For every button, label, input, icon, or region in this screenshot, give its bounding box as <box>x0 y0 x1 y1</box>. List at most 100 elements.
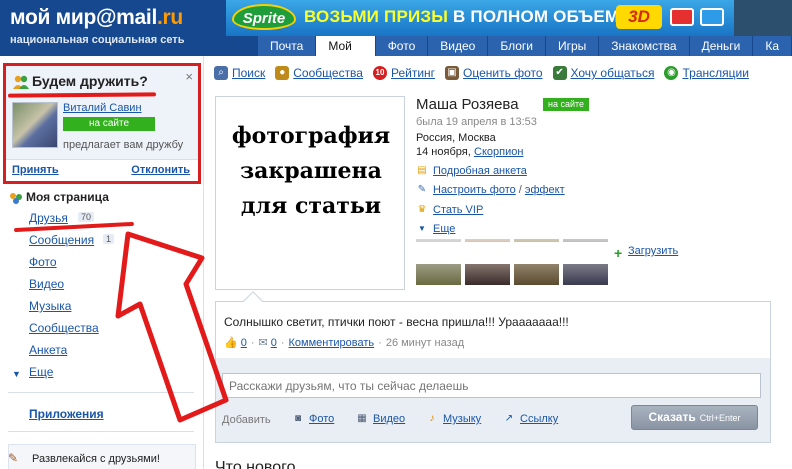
friend-avatar[interactable] <box>12 102 58 148</box>
tab-blogs[interactable]: Блоги <box>488 36 545 56</box>
action-more[interactable]: ▼ Еще <box>416 223 455 235</box>
tab-photo[interactable]: Фото <box>375 36 428 56</box>
toplink-search[interactable]: ⌕ Поиск <box>214 66 265 80</box>
my-page-icon <box>10 193 22 204</box>
friend-name-link[interactable]: Виталий Савин <box>63 102 142 114</box>
attach-label: Фото <box>309 413 335 425</box>
toplink-want-chat[interactable]: ✔ Хочу общаться <box>552 66 654 80</box>
friends-count-badge: 70 <box>78 212 95 222</box>
photo-caption: фотография закрашена для статьи <box>231 123 391 220</box>
toplink-label: Рейтинг <box>390 66 436 80</box>
accept-button[interactable]: Принять <box>12 164 59 176</box>
decline-button[interactable]: Отклонить <box>131 164 190 176</box>
site-logo[interactable]: мой мир@mail.ru <box>10 6 183 30</box>
upload-link[interactable]: Загрузить <box>628 245 678 257</box>
tab-my-world[interactable]: Мой мир <box>316 36 375 56</box>
chevron-down-icon[interactable]: ▼ <box>12 369 21 379</box>
sidebar-item-photo[interactable]: Фото <box>29 255 57 269</box>
chevron-down-icon: ▼ <box>418 224 426 233</box>
sidebar-item-messages[interactable]: Сообщения <box>29 233 94 247</box>
tab-games[interactable]: Игры <box>545 36 599 56</box>
my-page-label[interactable]: Моя страница <box>26 190 109 204</box>
film-icon: ▦ <box>357 413 367 424</box>
comment-icon[interactable]: ✉ <box>259 336 268 349</box>
rating-icon: 10 <box>372 66 387 80</box>
status-time: 26 минут назад <box>385 336 465 349</box>
whats-new-heading: Что нового <box>215 459 296 469</box>
music-icon: ♪ <box>429 413 435 424</box>
3d-glasses-icon <box>670 8 726 26</box>
banner-text: ВОЗЬМИ ПРИЗЫ В ПОЛНОМ ОБЪЕМЕ! <box>304 7 637 27</box>
last-seen-text: была 19 апреля в 13:53 <box>416 116 537 128</box>
zodiac-link[interactable]: Скорпион <box>474 146 523 158</box>
toplink-communities[interactable]: ● Сообщества <box>275 66 363 80</box>
attach-video[interactable]: ▦ Видео <box>355 413 405 425</box>
tab-video[interactable]: Видео <box>428 36 488 56</box>
sidebar-item-video[interactable]: Видео <box>29 277 64 291</box>
banner-3d-badge: 3D <box>616 5 662 29</box>
status-text: Солнышко светит, птички поют - весна при… <box>224 315 569 329</box>
attach-link[interactable]: ↗ Ссылку <box>502 413 558 425</box>
link-arrow-icon: ↗ <box>504 413 514 424</box>
friend-box-title: Будем дружить? <box>32 73 148 89</box>
action-photo-settings[interactable]: ✎ Настроить фото / эффект <box>416 184 565 196</box>
rate-photo-icon: ▣ <box>445 66 460 80</box>
apps-link[interactable]: Приложения <box>29 407 104 421</box>
online-badge: на сайте <box>543 98 589 111</box>
action-label: Подробная анкета <box>433 165 527 177</box>
say-button[interactable]: Сказать Ctrl+Enter <box>631 405 758 430</box>
status-input[interactable] <box>222 373 761 398</box>
separator: · <box>378 336 382 349</box>
logo-ru: .ru <box>157 6 183 29</box>
fun-promo-text: Развлекайся с друзьями! <box>32 453 160 465</box>
add-label: Добавить <box>222 414 271 426</box>
tab-money[interactable]: Деньги <box>689 36 753 56</box>
chat-icon: ✔ <box>552 66 567 80</box>
comment-link[interactable]: Комментировать <box>289 337 375 349</box>
online-badge: на сайте <box>63 117 155 131</box>
sidebar-item-communities[interactable]: Сообщества <box>29 321 99 335</box>
attach-label: Ссылку <box>520 413 559 425</box>
action-label: Стать VIP <box>433 204 484 216</box>
plus-icon: + <box>614 245 623 261</box>
action-detailed-profile[interactable]: ▤ Подробная анкета <box>416 165 527 177</box>
tab-mail[interactable]: Почта <box>258 36 316 56</box>
toplink-rating[interactable]: 10 Рейтинг <box>372 66 436 80</box>
crown-icon: ♛ <box>417 204 427 215</box>
tab-more[interactable]: Ка <box>753 36 791 56</box>
close-icon[interactable]: × <box>185 69 193 84</box>
messages-count-badge: 1 <box>103 234 115 244</box>
say-button-label: Сказать <box>648 410 696 424</box>
likes-count[interactable]: 0 <box>241 337 247 349</box>
red-underline-annotation <box>7 92 157 98</box>
action-label: Настроить фото <box>433 184 516 196</box>
banner-image <box>734 0 792 36</box>
toplink-broadcasts[interactable]: ◉ Трансляции <box>664 66 749 80</box>
sprite-logo: Sprite <box>232 4 296 30</box>
broadcast-icon: ◉ <box>664 66 679 80</box>
tab-dating[interactable]: Знакомства <box>599 36 689 56</box>
toplink-rate-photo[interactable]: ▣ Оценить фото <box>445 66 543 80</box>
ad-banner[interactable]: Sprite ВОЗЬМИ ПРИЗЫ В ПОЛНОМ ОБЪЕМЕ! 3D <box>226 0 792 36</box>
sidebar-item-music[interactable]: Музыка <box>29 299 71 313</box>
like-icon[interactable]: 👍 <box>224 336 238 349</box>
comments-count[interactable]: 0 <box>271 337 277 349</box>
toplink-label: Оценить фото <box>463 66 543 80</box>
community-icon: ● <box>275 66 290 80</box>
effect-link[interactable]: эффект <box>525 184 565 196</box>
say-button-hint: Ctrl+Enter <box>699 413 741 423</box>
action-become-vip[interactable]: ♛ Стать VIP <box>416 204 484 216</box>
status-meta: 👍 0 · ✉ 0 · Комментировать · 26 минут на… <box>224 336 465 350</box>
profile-photo[interactable]: фотография закрашена для статьи <box>215 96 405 290</box>
toplink-label: Сообщества <box>293 66 363 80</box>
attach-music[interactable]: ♪ Музыку <box>425 413 482 425</box>
profile-city: Россия, Москва <box>416 132 496 144</box>
attach-photo[interactable]: ◙ Фото <box>291 413 334 425</box>
friend-request-box: Будем дружить? × Виталий Савин на сайте … <box>3 63 201 184</box>
sidebar-item-friends[interactable]: Друзья <box>29 211 68 225</box>
logo-main: мой мир@mail <box>10 6 157 29</box>
sidebar-item-more[interactable]: Еще <box>29 365 53 379</box>
people-icon <box>13 75 29 89</box>
sidebar-item-profile[interactable]: Анкета <box>29 343 67 357</box>
friend-offer-text: предлагает вам дружбу <box>63 139 184 151</box>
